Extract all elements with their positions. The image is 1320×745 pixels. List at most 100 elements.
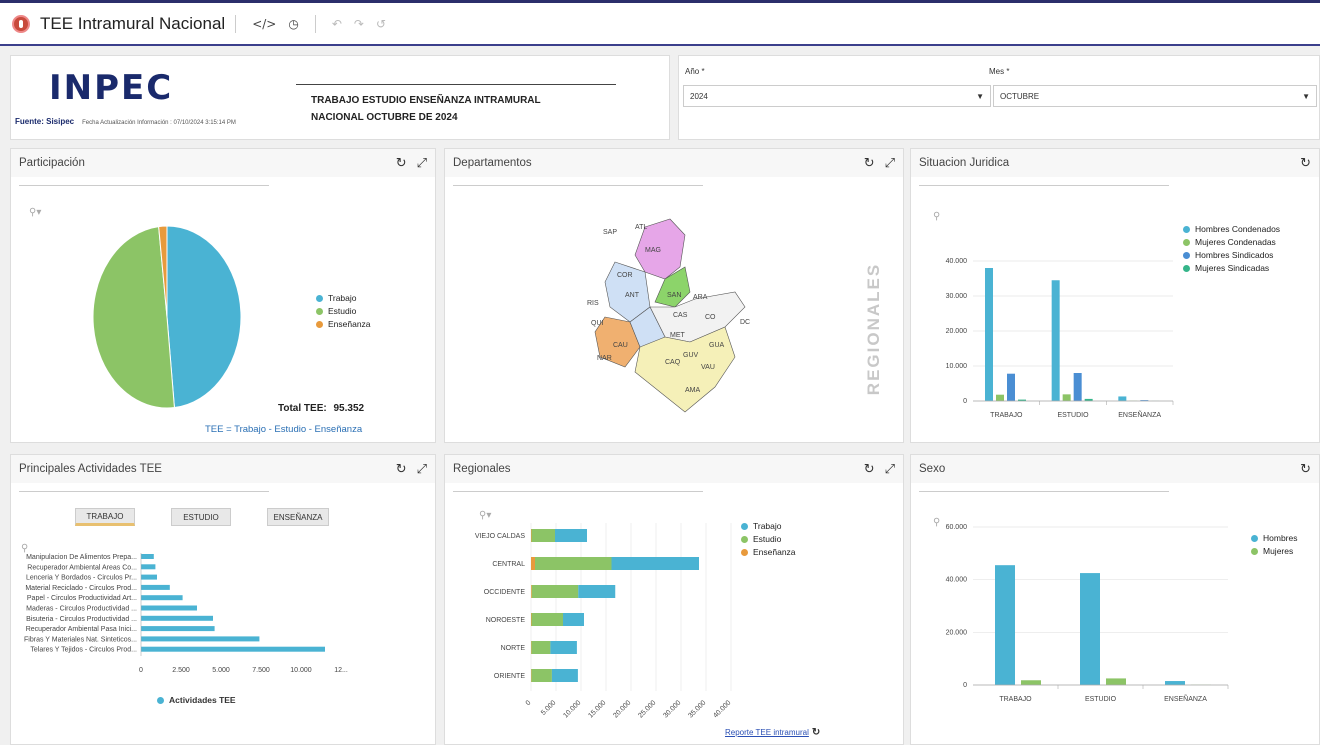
- bar[interactable]: [141, 605, 197, 611]
- bar[interactable]: [1080, 573, 1100, 685]
- bar[interactable]: [141, 626, 215, 632]
- bar[interactable]: [141, 574, 157, 580]
- category-label: Bisuteria - Circulos Productividad ...: [26, 616, 137, 623]
- bar[interactable]: [141, 636, 260, 642]
- category-label: Lenceria Y Bordados - Circulos Pr...: [26, 575, 137, 582]
- x-tick-label: 30.000: [662, 699, 682, 719]
- filters-panel: Año * 2024 ▼ Mes * OCTUBRE ▼: [678, 55, 1320, 140]
- bar-segment[interactable]: [531, 613, 532, 626]
- bar-segment[interactable]: [531, 669, 552, 682]
- legend-item[interactable]: Mujeres Sindicadas: [1183, 263, 1280, 273]
- category-label: Recuperador Ambiental Pasa Inici...: [26, 626, 137, 633]
- category-label: Manipulacion De Alimentos Prepa...: [26, 554, 137, 561]
- bar-segment[interactable]: [550, 641, 577, 654]
- legend-label: Hombres Condenados: [1195, 224, 1281, 234]
- refresh-icon[interactable]: ↻: [1300, 156, 1311, 171]
- bar-segment[interactable]: [531, 613, 564, 626]
- expand-icon[interactable]: ⤢: [885, 156, 895, 171]
- bar[interactable]: [141, 615, 213, 621]
- bar[interactable]: [995, 565, 1015, 685]
- actividades-legend[interactable]: Actividades TEE: [157, 695, 236, 705]
- legend-item[interactable]: Enseñanza: [316, 319, 371, 329]
- expand-icon[interactable]: ⤢: [417, 156, 427, 171]
- reset-icon[interactable]: ↺: [376, 17, 386, 31]
- tab-estudio[interactable]: ESTUDIO: [171, 508, 231, 526]
- panel-title: Situacion Juridica: [919, 157, 1010, 169]
- bar[interactable]: [1062, 394, 1071, 401]
- legend-item[interactable]: Mujeres: [1251, 546, 1297, 556]
- pie-slice[interactable]: [166, 225, 242, 409]
- toolbar-divider: [314, 14, 316, 33]
- legend-item[interactable]: Estudio: [741, 534, 796, 544]
- clock-icon[interactable]: ◷: [288, 17, 298, 31]
- expand-icon[interactable]: ⤢: [417, 462, 427, 477]
- refresh-icon[interactable]: ↻: [396, 462, 407, 477]
- bar[interactable]: [1051, 280, 1060, 401]
- x-tick-label: 5.000: [540, 699, 557, 716]
- bar-segment[interactable]: [535, 557, 612, 570]
- y-tick-label: 10.000: [946, 363, 968, 370]
- refresh-icon[interactable]: ↻: [864, 156, 875, 171]
- legend-item[interactable]: Enseñanza: [741, 547, 796, 557]
- legend-item[interactable]: Mujeres Condenadas: [1183, 237, 1280, 247]
- map-label: MET: [670, 332, 686, 339]
- situacion-bar-chart: 0 10.000 20.000 30.000 40.000 TRABAJO ESTUDIO E…: [946, 258, 1174, 419]
- bar-segment[interactable]: [531, 641, 551, 654]
- legend-item[interactable]: Hombres Sindicados: [1183, 250, 1280, 260]
- bar[interactable]: [1165, 681, 1185, 685]
- year-select[interactable]: 2024 ▼: [683, 85, 991, 107]
- undo-icon[interactable]: ↶: [332, 17, 342, 31]
- legend-item[interactable]: Hombres Condenados: [1183, 224, 1280, 234]
- panel-situacion-juridica: Situacion Juridica ↻ ⚲ 0 10.000 20.000 30.0…: [910, 148, 1320, 443]
- x-tick-label: TRABAJO: [999, 696, 1032, 703]
- bar[interactable]: [1118, 396, 1127, 401]
- legend-item[interactable]: Hombres: [1251, 533, 1297, 543]
- bar-segment[interactable]: [531, 585, 579, 598]
- bar[interactable]: [141, 595, 183, 601]
- refresh-icon[interactable]: ↻: [864, 462, 875, 477]
- category-label: Maderas - Circulos Productividad ...: [26, 606, 137, 613]
- bar[interactable]: [1073, 373, 1082, 401]
- map-label: AMA: [685, 387, 701, 394]
- bar-segment[interactable]: [531, 557, 535, 570]
- bar-segment[interactable]: [531, 529, 532, 542]
- x-tick-label: TRABAJO: [990, 412, 1023, 419]
- bar[interactable]: [1007, 373, 1015, 401]
- month-select[interactable]: OCTUBRE ▼: [993, 85, 1317, 107]
- bar[interactable]: [141, 584, 170, 590]
- reporte-link[interactable]: Reporte TEE intramural: [725, 728, 809, 737]
- bar-segment[interactable]: [551, 669, 578, 682]
- tab-trabajo[interactable]: TRABAJO: [75, 508, 135, 526]
- refresh-icon[interactable]: ↻: [396, 156, 407, 171]
- bar[interactable]: [1106, 678, 1126, 685]
- zoom-icon[interactable]: ⚲▾: [29, 207, 41, 218]
- bar[interactable]: [141, 554, 154, 559]
- refresh-icon[interactable]: ↻: [1300, 462, 1311, 477]
- chevron-down-icon: ▼: [1302, 91, 1310, 101]
- bar[interactable]: [1021, 680, 1041, 685]
- tab-ensenanza[interactable]: ENSEÑANZA: [267, 508, 329, 526]
- legend-item[interactable]: Trabajo: [316, 293, 371, 303]
- legend-item[interactable]: Estudio: [316, 306, 371, 316]
- bar-segment[interactable]: [555, 529, 587, 542]
- title-underline: [919, 185, 1169, 186]
- legend-item[interactable]: Trabajo: [741, 521, 796, 531]
- title-underline: [19, 185, 269, 186]
- category-label: Fibras Y Materiales Nat. Sinteticos...: [24, 636, 137, 643]
- bar-segment[interactable]: [531, 585, 532, 598]
- bar[interactable]: [996, 394, 1004, 401]
- bar[interactable]: [141, 646, 325, 652]
- refresh-icon[interactable]: ↻: [812, 727, 820, 738]
- bar-segment[interactable]: [563, 613, 584, 626]
- y-tick-label: 0: [963, 682, 967, 689]
- bar[interactable]: [985, 268, 993, 401]
- panel-title: Principales Actividades TEE: [19, 463, 162, 475]
- bar-segment[interactable]: [578, 585, 616, 598]
- bar-segment[interactable]: [611, 557, 700, 570]
- bar-segment[interactable]: [531, 529, 556, 542]
- expand-icon[interactable]: ⤢: [885, 462, 895, 477]
- redo-icon[interactable]: ↷: [354, 17, 364, 31]
- bar[interactable]: [141, 564, 156, 570]
- code-icon[interactable]: </>: [252, 17, 276, 31]
- header-panel: INPEC Fuente: Sisipec Fecha Actualizació…: [10, 55, 670, 140]
